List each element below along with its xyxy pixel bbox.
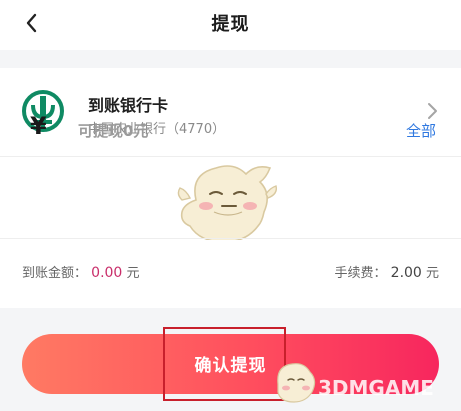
- page-title: 提现: [211, 14, 250, 35]
- watermark-text: 3DMGAME: [318, 376, 434, 400]
- header-spacer: [0, 50, 461, 68]
- arrival-amount-unit: 元: [126, 266, 140, 281]
- service-fee: 手续费： 2.00 元: [335, 262, 439, 281]
- currency-symbol: ¥: [30, 112, 47, 140]
- mascot-sticker: [177, 165, 278, 243]
- bank-card-title: 到账银行卡: [88, 96, 169, 115]
- divider: [0, 238, 461, 239]
- arrival-amount: 到账金额： 0.00 元: [22, 262, 139, 281]
- service-fee-label: 手续费：: [334, 266, 387, 281]
- withdraw-all-button[interactable]: 全部: [406, 120, 436, 141]
- top-bar: 提现: [0, 0, 461, 50]
- arrival-amount-value: 0.00: [91, 265, 123, 281]
- service-fee-unit: 元: [425, 266, 439, 281]
- watermark-mascot-icon: [277, 363, 316, 403]
- highlight-box: [163, 327, 286, 401]
- arrival-amount-label: 到账金额：: [22, 266, 88, 281]
- divider: [0, 156, 461, 157]
- withdraw-amount-input[interactable]: [76, 117, 280, 145]
- chevron-right-icon: [428, 103, 437, 119]
- service-fee-value: 2.00: [390, 265, 422, 281]
